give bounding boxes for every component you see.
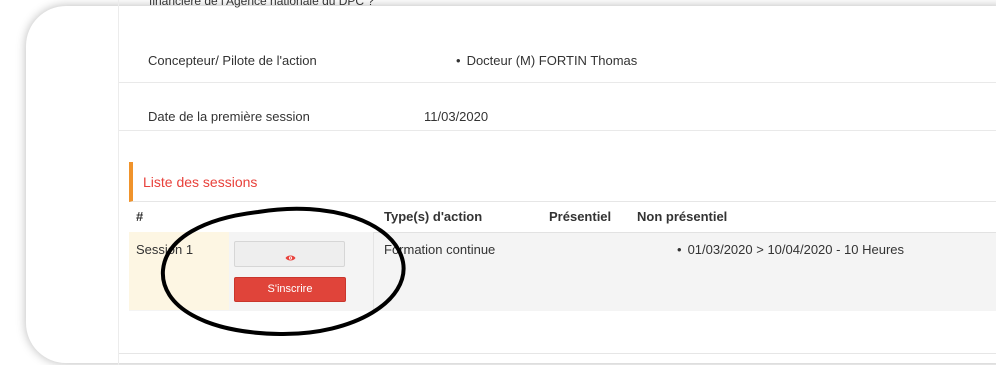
panel-bottom-border <box>119 353 996 354</box>
first-session-value: 11/03/2020 <box>424 109 489 124</box>
session-non-presentiel-dates: 01/03/2020 > 10/04/2020 - 10 Heures <box>677 242 904 257</box>
sessions-panel-heading: Liste des sessions <box>129 162 996 202</box>
first-session-row: Date de la première session 11/03/2020 <box>119 83 996 131</box>
view-session-button[interactable] <box>234 241 345 267</box>
register-button[interactable]: S'inscrire <box>234 277 346 302</box>
session-type: Formation continue <box>384 242 496 257</box>
column-header-number: # <box>136 209 144 224</box>
screenshot-stage: financière de l'Agence nationale du DPC … <box>0 0 996 365</box>
truncated-question-text: financière de l'Agence nationale du DPC … <box>149 0 375 8</box>
session-name: Session 1 <box>136 242 194 257</box>
first-session-label: Date de la première session <box>148 109 310 124</box>
eye-icon <box>285 250 296 265</box>
designer-row: Concepteur/ Pilote de l'action Docteur (… <box>119 27 996 83</box>
column-header-presentiel: Présentiel <box>549 209 612 224</box>
designer-value: Docteur (M) FORTIN Thomas <box>456 53 638 68</box>
designer-label: Concepteur/ Pilote de l'action <box>148 53 317 68</box>
action-details: financière de l'Agence nationale du DPC … <box>119 0 996 365</box>
sessions-title: Liste des sessions <box>143 174 258 190</box>
column-header-types: Type(s) d'action <box>384 209 483 224</box>
column-header-non-presentiel: Non présentiel <box>637 209 728 224</box>
